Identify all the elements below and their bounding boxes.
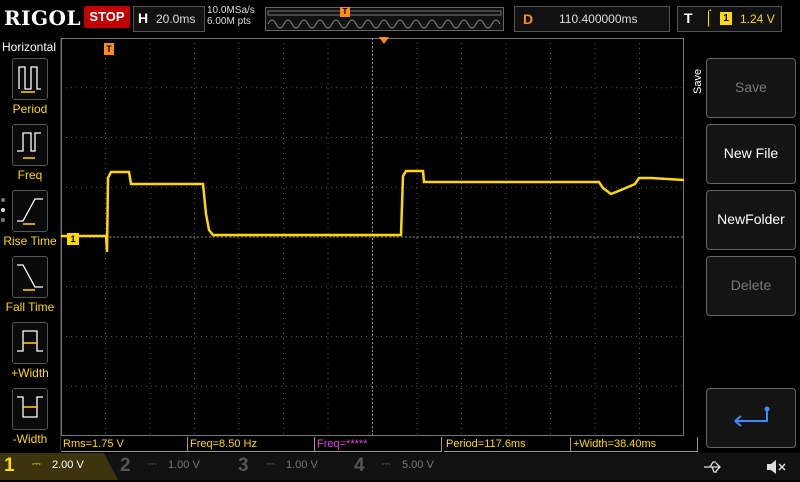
rising-edge-icon: ⌠	[704, 9, 714, 26]
save-button[interactable]: Save	[706, 58, 796, 118]
period-label: Period	[12, 102, 48, 116]
fall-time-icon	[12, 256, 48, 298]
new-folder-button[interactable]: NewFolder	[706, 190, 796, 250]
acquisition-info: 10.0MSa/s 6.00M pts	[207, 5, 255, 27]
negative-width-icon	[12, 388, 48, 430]
dc-coupling-icon: ⎓	[148, 458, 157, 470]
memory-depth: 6.00M pts	[207, 16, 251, 27]
channel3-scale: 1.00 V	[286, 459, 318, 471]
usb-icon	[700, 457, 724, 477]
period-icon	[12, 58, 48, 100]
channel2-scale: 1.00 V	[168, 459, 200, 471]
timebase-box[interactable]: H 20.0ms	[133, 6, 205, 32]
memory-overview-strip: T	[265, 7, 504, 31]
trigger-level: 1.24 V	[740, 12, 775, 26]
measure-positive-width[interactable]: +Width=38.40ms	[571, 437, 698, 452]
dc-coupling-icon: ⎓	[266, 458, 275, 470]
top-status-bar: RIGOL STOP H 20.0ms 10.0MSa/s 6.00M pts …	[0, 0, 800, 36]
memory-trigger-marker: T	[340, 7, 350, 17]
freq-label: Freq	[17, 168, 43, 182]
save-softkey-menu: Save Save New File NewFolder Delete	[686, 38, 800, 450]
brand-logo: RIGOL	[4, 6, 82, 30]
new-folder-label: NewFolder	[717, 211, 785, 227]
measure-freq-ch3[interactable]: Freq=*****	[315, 437, 442, 452]
trigger-position-marker: T	[104, 43, 114, 55]
new-file-label: New File	[723, 145, 779, 161]
return-arrow-icon	[734, 406, 770, 427]
run-stop-indicator[interactable]: STOP	[84, 6, 130, 28]
negative-width-label: -Width	[12, 432, 48, 446]
measure-freq-item[interactable]: Freq	[0, 124, 60, 190]
delay-value: 110.400000ms	[559, 12, 638, 26]
channel4-tab[interactable]: 4 ⎓ 5.00 V	[350, 453, 468, 480]
measurement-bar: Rms=1.75 V Freq=8.50 Hz Freq=***** Perio…	[61, 436, 701, 452]
positive-width-label: +Width	[11, 366, 49, 380]
measure-fall-time-item[interactable]: Fall Time	[0, 256, 60, 322]
center-marker	[379, 37, 389, 44]
delay-box[interactable]: D 110.400000ms	[514, 6, 670, 32]
channel1-scale: 2.00 V	[52, 459, 84, 471]
timebase-value: 20.0ms	[156, 12, 196, 26]
waveform-display[interactable]	[61, 38, 684, 436]
speaker-muted-icon[interactable]	[764, 457, 788, 477]
positive-width-icon	[12, 322, 48, 364]
dc-coupling-icon: ⎓	[382, 458, 391, 470]
rise-time-icon	[12, 190, 48, 232]
rise-time-label: Rise Time	[3, 234, 57, 248]
channel1-tab[interactable]: 1 ⎓ 2.00 V	[0, 453, 118, 480]
channel-bar: 1 ⎓ 2.00 V 2 ⎓ 1.00 V 3 ⎓ 1.00 V 4 ⎓ 5.0…	[0, 453, 800, 480]
delay-label: D	[523, 11, 534, 27]
channel3-number: 3	[238, 455, 249, 476]
delete-button[interactable]: Delete	[706, 256, 796, 316]
channel4-number: 4	[354, 455, 365, 476]
channel1-ground-marker: 1	[67, 233, 79, 245]
menu-page-indicator	[1, 198, 5, 230]
trigger-source: 1	[720, 12, 732, 25]
trigger-label: T	[684, 10, 693, 26]
trigger-box[interactable]: T ⌠ 1 1.24 V	[677, 6, 782, 32]
channel4-scale: 5.00 V	[402, 459, 434, 471]
channel3-tab[interactable]: 3 ⎓ 1.00 V	[234, 453, 352, 480]
menu-title: Horizontal	[2, 40, 57, 54]
fall-time-label: Fall Time	[5, 300, 55, 314]
horizontal-measure-menu: Horizontal Period Freq Rise Time Fall Ti…	[0, 38, 61, 450]
timebase-label: H	[138, 10, 149, 26]
delete-label: Delete	[730, 277, 772, 293]
memory-waveform-icon	[267, 10, 502, 29]
channel2-number: 2	[120, 455, 131, 476]
measure-period-item[interactable]: Period	[0, 58, 60, 124]
freq-icon	[12, 124, 48, 166]
measure-rms[interactable]: Rms=1.75 V	[61, 437, 188, 452]
measure-period[interactable]: Period=117.6ms	[444, 437, 571, 452]
dc-coupling-icon: ⎓	[32, 458, 41, 470]
sample-rate: 10.0MSa/s	[207, 5, 255, 16]
measure-freq[interactable]: Freq=8.50 Hz	[188, 437, 315, 452]
channel1-number: 1	[4, 455, 15, 476]
measure-positive-width-item[interactable]: +Width	[0, 322, 60, 388]
save-button-label: Save	[735, 79, 767, 95]
measure-negative-width-item[interactable]: -Width	[0, 388, 60, 454]
graticule	[61, 38, 684, 436]
new-file-button[interactable]: New File	[706, 124, 796, 184]
channel2-tab[interactable]: 2 ⎓ 1.00 V	[116, 453, 234, 480]
save-menu-title: Save	[692, 68, 704, 94]
measure-rise-time-item[interactable]: Rise Time	[0, 190, 60, 256]
return-button[interactable]	[706, 388, 796, 448]
